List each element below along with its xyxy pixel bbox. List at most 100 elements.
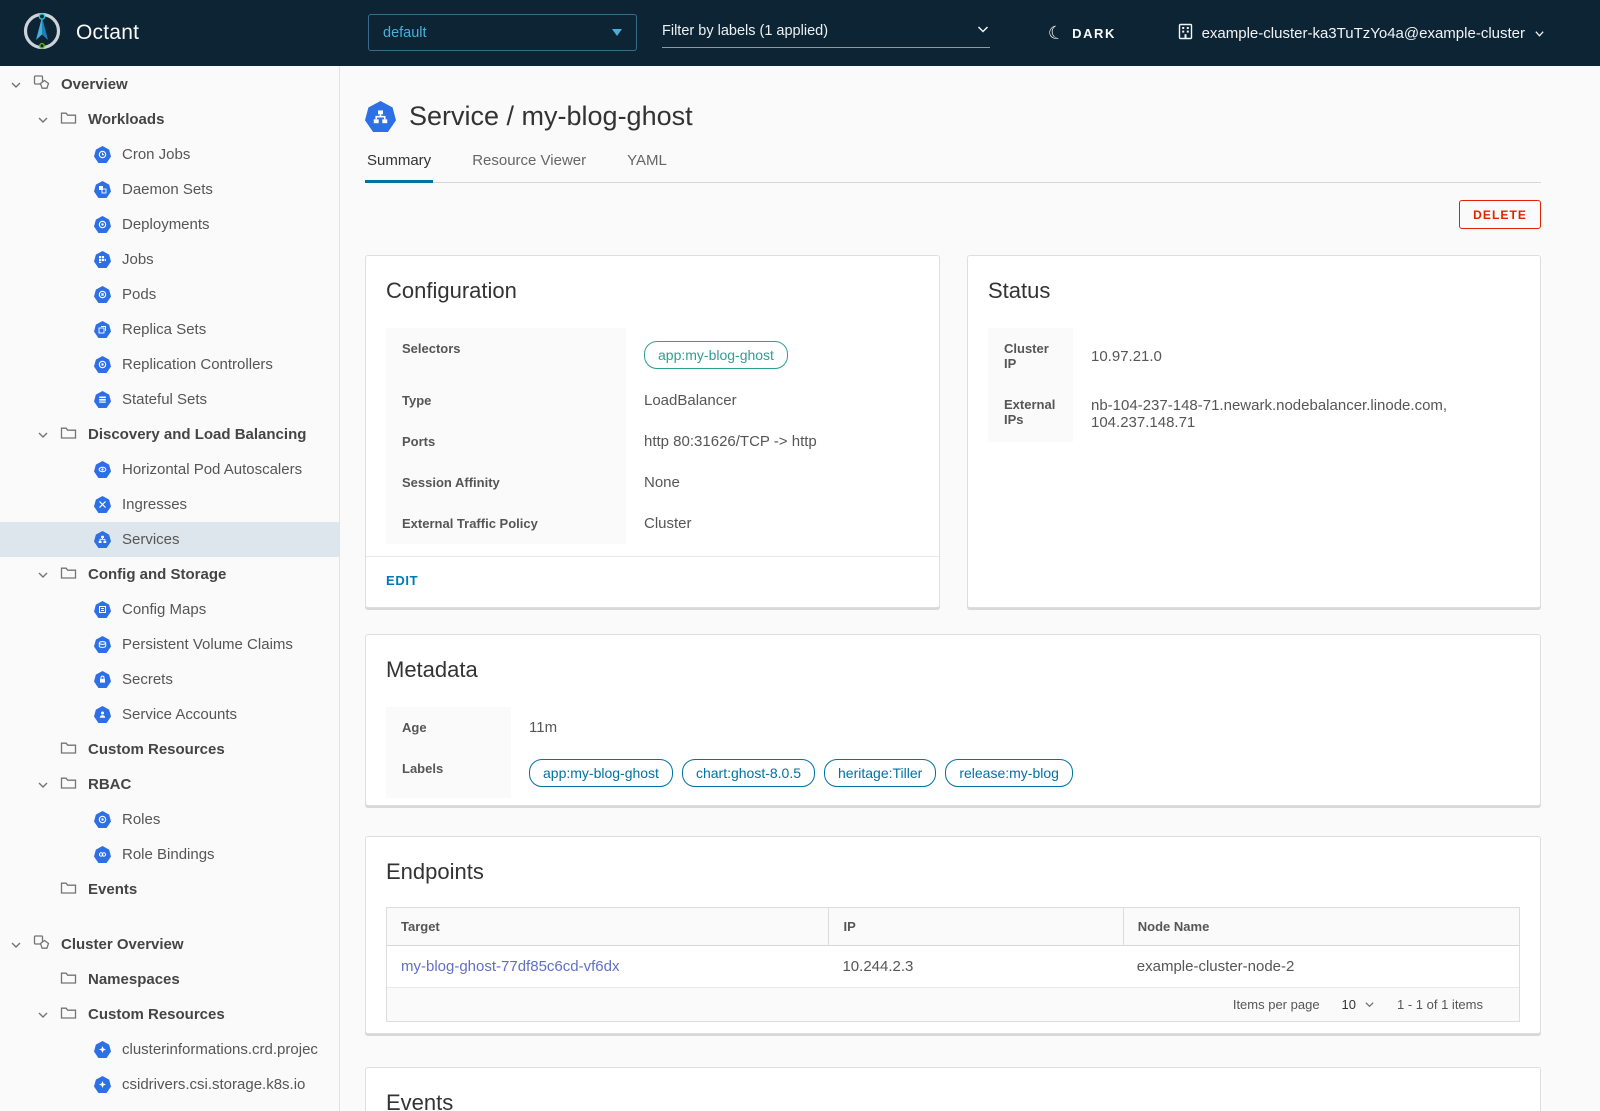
sidebar-item-service-accounts[interactable]: Service Accounts bbox=[0, 697, 339, 732]
folder-icon bbox=[60, 425, 77, 445]
roles-icon bbox=[94, 811, 111, 828]
delete-button[interactable]: DELETE bbox=[1459, 200, 1541, 229]
theme-toggle[interactable]: ☾ DARK bbox=[1048, 0, 1116, 66]
stateful-sets-icon bbox=[94, 391, 111, 408]
tab-yaml[interactable]: YAML bbox=[625, 152, 669, 182]
metadata-label-labels: Labels bbox=[386, 748, 511, 798]
services-icon bbox=[94, 531, 111, 548]
sidebar-item-cluster-overview[interactable]: Cluster Overview bbox=[0, 927, 339, 962]
config-value-ports: http 80:31626/TCP -> http bbox=[626, 421, 919, 462]
sidebar-item-jobs[interactable]: Jobs bbox=[0, 242, 339, 277]
cluster-context-label: example-cluster-ka3TuTzYo4a@example-clus… bbox=[1202, 25, 1525, 42]
config-value-session-affinity: None bbox=[626, 462, 919, 503]
deployments-icon bbox=[94, 216, 111, 233]
sidebar-item-secrets[interactable]: Secrets bbox=[0, 662, 339, 697]
events-title: Events bbox=[366, 1068, 1540, 1111]
applications-icon bbox=[33, 74, 50, 96]
sidebar-item-stateful-sets[interactable]: Stateful Sets bbox=[0, 382, 339, 417]
table-row: my-blog-ghost-77df85c6cd-vf6dx 10.244.2.… bbox=[387, 946, 1519, 988]
sidebar-item-discovery-and-load-balancing[interactable]: Discovery and Load Balancing bbox=[0, 417, 339, 452]
horizontal-pod-autoscalers-icon bbox=[94, 461, 111, 478]
cluster-icon bbox=[1178, 23, 1193, 44]
sidebar-item-persistent-volume-claims[interactable]: Persistent Volume Claims bbox=[0, 627, 339, 662]
chevron-down-icon bbox=[976, 22, 990, 40]
cron-jobs-icon bbox=[94, 146, 111, 163]
folder-icon bbox=[60, 740, 77, 760]
sidebar-item-ingresses[interactable]: Ingresses bbox=[0, 487, 339, 522]
sidebar-item-custom-resources[interactable]: Custom Resources bbox=[0, 732, 339, 767]
config-label-type: Type bbox=[386, 380, 626, 421]
items-per-page-label: Items per page bbox=[1233, 997, 1320, 1012]
folder-icon bbox=[60, 880, 77, 900]
chevron-down-icon bbox=[1364, 999, 1375, 1010]
sidebar-item-rbac[interactable]: RBAC bbox=[0, 767, 339, 802]
items-per-page-select[interactable]: 10 bbox=[1342, 997, 1375, 1012]
chevron-down-icon[interactable] bbox=[37, 429, 49, 441]
brand: Octant bbox=[22, 0, 139, 66]
chevron-down-icon[interactable] bbox=[37, 779, 49, 791]
main-content: Service / my-blog-ghost Summary Resource… bbox=[340, 66, 1600, 1111]
endpoint-node-name: example-cluster-node-2 bbox=[1123, 946, 1519, 988]
sidebar-item-replication-controllers[interactable]: Replication Controllers bbox=[0, 347, 339, 382]
sidebar-item-pods[interactable]: Pods bbox=[0, 277, 339, 312]
metadata-title: Metadata bbox=[366, 635, 1540, 683]
app-title: Octant bbox=[76, 21, 139, 45]
pods-icon bbox=[94, 286, 111, 303]
edit-link[interactable]: EDIT bbox=[386, 573, 418, 588]
status-title: Status bbox=[968, 256, 1540, 304]
namespace-select[interactable]: default bbox=[368, 14, 637, 51]
status-value-cluster-ip: 10.97.21.0 bbox=[1073, 328, 1520, 384]
moon-icon: ☾ bbox=[1046, 23, 1066, 44]
folder-icon bbox=[60, 970, 77, 990]
chevron-down-icon[interactable] bbox=[37, 569, 49, 581]
chevron-down-icon[interactable] bbox=[37, 1009, 49, 1021]
chevron-down-icon[interactable] bbox=[10, 79, 22, 91]
applications-icon bbox=[33, 934, 50, 956]
column-header-target: Target bbox=[387, 908, 828, 946]
config-label-ports: Ports bbox=[386, 421, 626, 462]
sidebar-item-events[interactable]: Events bbox=[0, 872, 339, 907]
theme-toggle-label: DARK bbox=[1072, 26, 1116, 41]
sidebar-item-clusterinformations[interactable]: clusterinformations.crd.projec bbox=[0, 1032, 339, 1067]
tab-summary[interactable]: Summary bbox=[365, 152, 433, 183]
events-card: Events bbox=[365, 1067, 1541, 1111]
sidebar-item-csidrivers[interactable]: csidrivers.csi.storage.k8s.io bbox=[0, 1067, 339, 1102]
sidebar-item-custom-resources-cluster[interactable]: Custom Resources bbox=[0, 997, 339, 1032]
config-value-type: LoadBalancer bbox=[626, 380, 919, 421]
secrets-icon bbox=[94, 671, 111, 688]
octant-logo-icon bbox=[22, 11, 62, 56]
config-value-external-traffic-policy: Cluster bbox=[626, 503, 919, 544]
sidebar-item-roles[interactable]: Roles bbox=[0, 802, 339, 837]
sidebar-item-replica-sets[interactable]: Replica Sets bbox=[0, 312, 339, 347]
sidebar-item-daemon-sets[interactable]: Daemon Sets bbox=[0, 172, 339, 207]
cluster-context-menu[interactable]: example-cluster-ka3TuTzYo4a@example-clus… bbox=[1178, 0, 1545, 66]
tab-resource-viewer[interactable]: Resource Viewer bbox=[470, 152, 588, 182]
sidebar-item-overview[interactable]: Overview bbox=[0, 67, 339, 102]
sidebar-item-namespaces[interactable]: Namespaces bbox=[0, 962, 339, 997]
sidebar-item-workloads[interactable]: Workloads bbox=[0, 102, 339, 137]
namespace-select-value: default bbox=[383, 25, 427, 41]
tab-bar: Summary Resource Viewer YAML bbox=[365, 152, 1541, 183]
role-bindings-icon bbox=[94, 846, 111, 863]
sidebar-item-services[interactable]: Services bbox=[0, 522, 339, 557]
sidebar-item-role-bindings[interactable]: Role Bindings bbox=[0, 837, 339, 872]
caret-down-icon bbox=[612, 29, 622, 36]
selector-tag: app:my-blog-ghost bbox=[644, 341, 788, 369]
label-tag-app: app:my-blog-ghost bbox=[529, 759, 673, 787]
chevron-down-icon[interactable] bbox=[37, 114, 49, 126]
endpoints-card: Endpoints Target IP Node Name my-blog-gh… bbox=[365, 836, 1541, 1034]
page-title: Service / my-blog-ghost bbox=[409, 101, 693, 132]
sidebar-item-config-and-storage[interactable]: Config and Storage bbox=[0, 557, 339, 592]
sidebar-item-deployments[interactable]: Deployments bbox=[0, 207, 339, 242]
label-filter[interactable]: Filter by labels (1 applied) bbox=[662, 15, 990, 48]
folder-icon bbox=[60, 1005, 77, 1025]
sidebar-item-config-maps[interactable]: Config Maps bbox=[0, 592, 339, 627]
chevron-down-icon[interactable] bbox=[10, 939, 22, 951]
endpoint-target-link[interactable]: my-blog-ghost-77df85c6cd-vf6dx bbox=[401, 958, 619, 975]
sidebar-item-horizontal-pod-autoscalers[interactable]: Horizontal Pod Autoscalers bbox=[0, 452, 339, 487]
custom-resource-icon bbox=[94, 1076, 111, 1093]
sidebar-item-cron-jobs[interactable]: Cron Jobs bbox=[0, 137, 339, 172]
folder-icon bbox=[60, 775, 77, 795]
config-label-external-traffic-policy: External Traffic Policy bbox=[386, 503, 626, 544]
metadata-label-age: Age bbox=[386, 707, 511, 748]
